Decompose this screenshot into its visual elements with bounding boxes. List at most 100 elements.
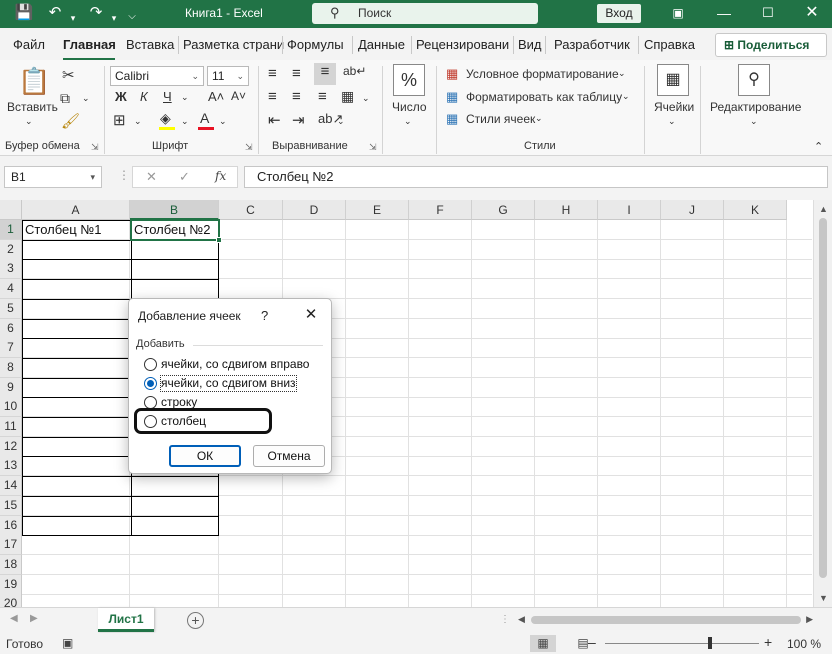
row-header-1[interactable]: 1 bbox=[0, 220, 22, 240]
font-launcher-icon[interactable]: ⇲ bbox=[245, 142, 253, 153]
row-header-15[interactable]: 15 bbox=[0, 495, 22, 516]
column-header-G[interactable]: G bbox=[472, 200, 535, 220]
tab-insert[interactable]: Вставка bbox=[126, 37, 174, 52]
radio-shift-right[interactable] bbox=[144, 358, 157, 371]
merge-dropdown-icon[interactable]: ⌄ bbox=[362, 93, 370, 104]
zoom-slider-knob[interactable] bbox=[708, 637, 712, 649]
column-header-D[interactable]: D bbox=[283, 200, 346, 220]
dialog-help-button[interactable]: ? bbox=[261, 308, 268, 323]
clipboard-launcher-icon[interactable]: ⇲ bbox=[91, 142, 99, 153]
format-painter-icon[interactable]: 🖌 bbox=[61, 112, 80, 130]
vertical-scrollbar[interactable]: ▲ ▼ bbox=[813, 200, 832, 607]
name-box[interactable]: B1 ▾ bbox=[4, 166, 102, 188]
bold-button[interactable]: Ж bbox=[115, 89, 127, 104]
horizontal-scroll-thumb[interactable] bbox=[531, 616, 801, 624]
alignment-launcher-icon[interactable]: ⇲ bbox=[369, 142, 377, 153]
sign-in-button[interactable]: Вход bbox=[597, 4, 641, 23]
row-header-12[interactable]: 12 bbox=[0, 436, 22, 457]
tab-formulas[interactable]: Формулы bbox=[287, 37, 344, 52]
increase-indent-icon[interactable]: ⇥ bbox=[292, 111, 305, 129]
align-bottom-icon[interactable]: ≡ bbox=[314, 63, 336, 85]
cancel-button[interactable]: Отмена bbox=[253, 445, 325, 467]
row-header-20[interactable]: 20 bbox=[0, 594, 22, 607]
fill-handle[interactable] bbox=[216, 237, 222, 243]
align-middle-icon[interactable]: ≡ bbox=[292, 65, 301, 82]
row-header-19[interactable]: 19 bbox=[0, 574, 22, 595]
conditional-format-button[interactable]: Условное форматирование bbox=[466, 67, 619, 81]
insert-function-button[interactable]: fx bbox=[215, 169, 226, 183]
cell-styles-dropdown-icon[interactable]: ⌄ bbox=[535, 113, 543, 124]
copy-dropdown-icon[interactable]: ⌄ bbox=[82, 93, 90, 104]
vertical-scroll-thumb[interactable] bbox=[819, 218, 827, 578]
tab-developer[interactable]: Разработчик bbox=[554, 37, 630, 52]
zoom-slider[interactable] bbox=[605, 643, 759, 644]
row-header-13[interactable]: 13 bbox=[0, 456, 22, 477]
zoom-in-icon[interactable]: + bbox=[764, 634, 772, 650]
active-cell-selection[interactable] bbox=[130, 219, 222, 243]
row-header-9[interactable]: 9 bbox=[0, 377, 22, 398]
sheet-tab-active[interactable]: Лист1 bbox=[98, 608, 154, 632]
paste-label[interactable]: Вставить bbox=[7, 100, 58, 114]
align-right-icon[interactable]: ≡ bbox=[318, 88, 327, 105]
row-header-10[interactable]: 10 bbox=[0, 397, 22, 418]
next-sheet-icon[interactable]: ▶ bbox=[30, 613, 38, 624]
number-label[interactable]: Число bbox=[392, 100, 427, 114]
column-header-J[interactable]: J bbox=[661, 200, 724, 220]
increase-font-button[interactable]: A˄ bbox=[208, 89, 224, 104]
borders-icon[interactable]: ⊞ bbox=[113, 111, 126, 129]
editing-dropdown-icon[interactable]: ⌄ bbox=[750, 116, 758, 127]
cell-styles-icon[interactable]: ▦ bbox=[446, 111, 458, 127]
conditional-format-dropdown-icon[interactable]: ⌄ bbox=[618, 68, 626, 79]
number-dropdown-icon[interactable]: ⌄ bbox=[404, 116, 412, 127]
prev-sheet-icon[interactable]: ◀ bbox=[10, 613, 18, 624]
radio-shift-down[interactable] bbox=[144, 377, 157, 390]
borders-dropdown-icon[interactable]: ⌄ bbox=[134, 116, 142, 127]
normal-view-icon[interactable]: ▦ bbox=[530, 635, 556, 652]
row-header-7[interactable]: 7 bbox=[0, 338, 22, 359]
cancel-entry-icon[interactable]: ✕ bbox=[146, 169, 157, 185]
align-top-icon[interactable]: ≡ bbox=[268, 65, 277, 82]
scroll-right-icon[interactable]: ▶ bbox=[806, 614, 813, 625]
column-header-F[interactable]: F bbox=[409, 200, 472, 220]
decrease-indent-icon[interactable]: ⇤ bbox=[268, 111, 281, 129]
ribbon-display-options-icon[interactable]: ▣ bbox=[658, 2, 698, 24]
column-header-E[interactable]: E bbox=[346, 200, 409, 220]
dialog-close-icon[interactable]: ✕ bbox=[301, 305, 321, 325]
cut-icon[interactable]: ✂ bbox=[62, 66, 75, 84]
row-header-2[interactable]: 2 bbox=[0, 239, 22, 260]
row-header-18[interactable]: 18 bbox=[0, 554, 22, 575]
row-header-16[interactable]: 16 bbox=[0, 515, 22, 536]
scroll-up-icon[interactable]: ▲ bbox=[819, 204, 828, 214]
minimize-icon[interactable]: — bbox=[704, 2, 744, 24]
paste-icon[interactable]: 📋 bbox=[18, 66, 50, 97]
align-center-icon[interactable]: ≡ bbox=[292, 88, 301, 105]
close-window-icon[interactable]: ✕ bbox=[792, 2, 832, 24]
tab-page-layout[interactable]: Разметка страни bbox=[183, 37, 284, 52]
paste-dropdown-icon[interactable]: ⌄ bbox=[25, 116, 33, 127]
column-header-I[interactable]: I bbox=[598, 200, 661, 220]
wrap-text-icon[interactable]: ab↵ bbox=[343, 64, 366, 78]
cells-label[interactable]: Ячейки bbox=[654, 100, 694, 114]
cell-A1[interactable]: Столбец №1 bbox=[23, 220, 130, 240]
merge-center-icon[interactable]: ▦ bbox=[341, 88, 354, 105]
copy-icon[interactable]: ⧉ bbox=[60, 90, 70, 107]
tab-help[interactable]: Справка bbox=[644, 37, 695, 52]
row-header-17[interactable]: 17 bbox=[0, 535, 22, 556]
fill-color-icon[interactable]: ◈ bbox=[160, 110, 171, 127]
split-handle-icon[interactable]: ⋮ bbox=[500, 614, 510, 625]
underline-button[interactable]: Ч bbox=[163, 89, 172, 104]
scroll-down-icon[interactable]: ▼ bbox=[819, 593, 828, 603]
maximize-icon[interactable]: ☐ bbox=[748, 2, 788, 24]
column-header-K[interactable]: K bbox=[724, 200, 787, 220]
confirm-entry-icon[interactable]: ✓ bbox=[179, 169, 190, 185]
font-name-select[interactable]: Calibri ⌄ bbox=[110, 66, 204, 86]
row-header-5[interactable]: 5 bbox=[0, 298, 22, 319]
row-header-3[interactable]: 3 bbox=[0, 259, 22, 280]
ok-button[interactable]: ОК bbox=[169, 445, 241, 467]
save-icon[interactable]: 💾 bbox=[13, 4, 35, 22]
row-header-11[interactable]: 11 bbox=[0, 417, 22, 437]
editing-label[interactable]: Редактирование bbox=[710, 100, 801, 114]
zoom-out-icon[interactable]: – bbox=[588, 634, 596, 650]
tab-data[interactable]: Данные bbox=[358, 37, 405, 52]
share-button[interactable]: ⊞ Поделиться bbox=[715, 33, 827, 57]
